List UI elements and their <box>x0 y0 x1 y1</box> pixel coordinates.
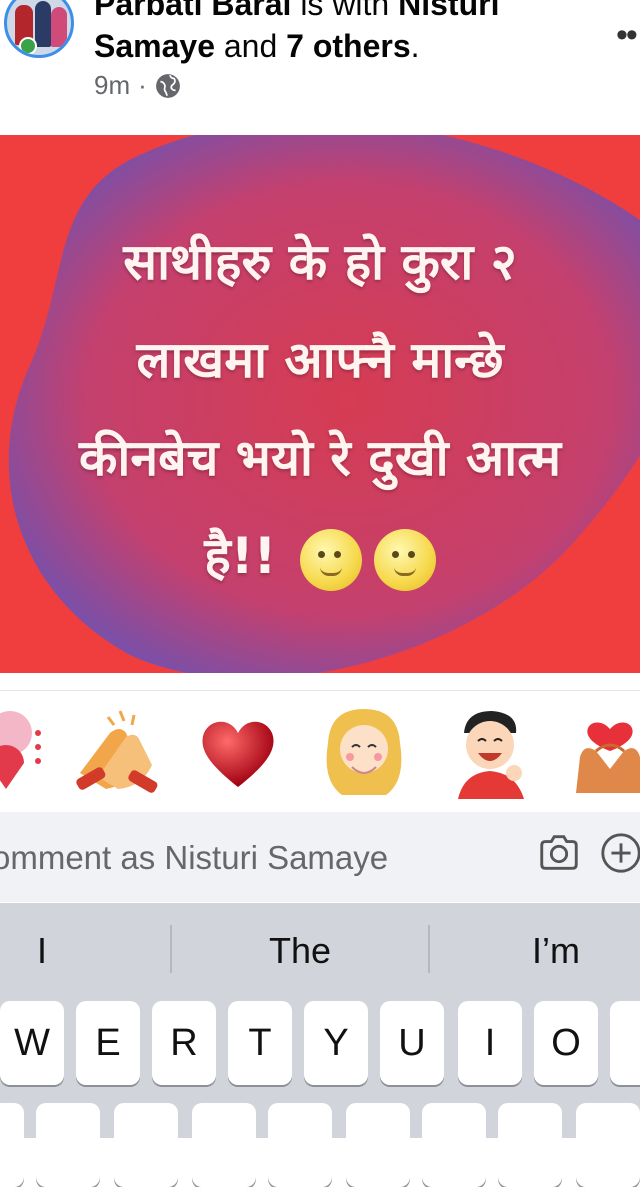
others-link[interactable]: 7 others <box>286 28 410 64</box>
key-j[interactable] <box>422 1103 486 1187</box>
tagged-person-name-cont[interactable]: Samaye <box>94 28 215 64</box>
key-d[interactable] <box>114 1103 178 1187</box>
more-dots-icon[interactable]: •• <box>616 16 638 55</box>
globe-icon <box>155 73 180 98</box>
post-time[interactable]: 9m <box>94 70 130 101</box>
key-y[interactable]: Y <box>304 1001 368 1085</box>
full-moon-face-icon <box>299 528 362 591</box>
key-u[interactable]: U <box>380 1001 444 1085</box>
key-h[interactable] <box>346 1103 410 1187</box>
heart-hands-sticker[interactable] <box>570 703 640 799</box>
key-p-partial[interactable] <box>610 1001 640 1085</box>
key-s[interactable] <box>36 1103 100 1187</box>
moon-emojis <box>299 528 436 591</box>
laughing-boy-sticker[interactable] <box>444 703 540 799</box>
author-name[interactable]: Parbati Baral <box>94 0 291 22</box>
image-text-line4: है!! <box>0 507 640 605</box>
suggestion-1[interactable]: I <box>0 921 84 981</box>
is-with-text: is with <box>291 0 399 22</box>
hug-sticker[interactable] <box>0 703 46 799</box>
clapping-hands-sticker[interactable] <box>70 703 166 799</box>
key-i[interactable]: I <box>458 1001 522 1085</box>
image-text-line4-text: है!! <box>204 527 277 585</box>
post-image[interactable]: साथीहरु के हो कुरा २ लाखमा आफ्नै मान्छे … <box>0 135 640 673</box>
post-header: Parbati Baral is with Nisturi Samaye and… <box>0 0 640 135</box>
key-f[interactable] <box>192 1103 256 1187</box>
key-r[interactable]: R <box>152 1001 216 1085</box>
image-text-line1: साथीहरु के हो कुरा २ <box>123 233 517 291</box>
comment-input[interactable] <box>0 830 512 886</box>
key-w[interactable]: W <box>0 1001 64 1085</box>
image-text-line3: कीनबेच भयो रे दुखी आत्म <box>78 429 562 487</box>
key-g[interactable] <box>268 1103 332 1187</box>
sticker-tray <box>0 690 640 811</box>
full-moon-face-icon <box>373 528 436 591</box>
suggestion-3[interactable]: I’m <box>430 921 640 981</box>
meta-separator: · <box>138 70 147 100</box>
key-a-partial[interactable] <box>0 1103 24 1187</box>
avatar[interactable] <box>4 0 74 58</box>
key-e[interactable]: E <box>76 1001 140 1085</box>
plus-circle-icon[interactable] <box>598 830 640 876</box>
post-meta: 9m · <box>94 70 181 101</box>
key-l[interactable] <box>576 1103 640 1187</box>
red-heart-sticker[interactable] <box>190 703 286 799</box>
post-image-text: साथीहरु के हो कुरा २ लाखमा आफ्नै मान्छे … <box>0 213 640 605</box>
key-t[interactable]: T <box>228 1001 292 1085</box>
period: . <box>410 28 420 64</box>
tagged-person-name[interactable]: Nisturi <box>398 0 499 22</box>
key-o[interactable]: O <box>534 1001 598 1085</box>
and-text: and <box>214 28 287 64</box>
key-k[interactable] <box>498 1103 562 1187</box>
camera-icon[interactable] <box>536 830 582 876</box>
post-header-line2: Samaye and 7 others. <box>94 28 420 65</box>
blushing-girl-sticker[interactable] <box>316 703 412 799</box>
suggestion-2[interactable]: The <box>172 921 428 981</box>
keyboard: I The I’m W E R T Y U I O <box>0 903 640 1187</box>
image-text-line2: लाखमा आफ्नै मान्छे <box>136 331 504 389</box>
post-header-line1: Parbati Baral is with Nisturi <box>94 0 499 23</box>
